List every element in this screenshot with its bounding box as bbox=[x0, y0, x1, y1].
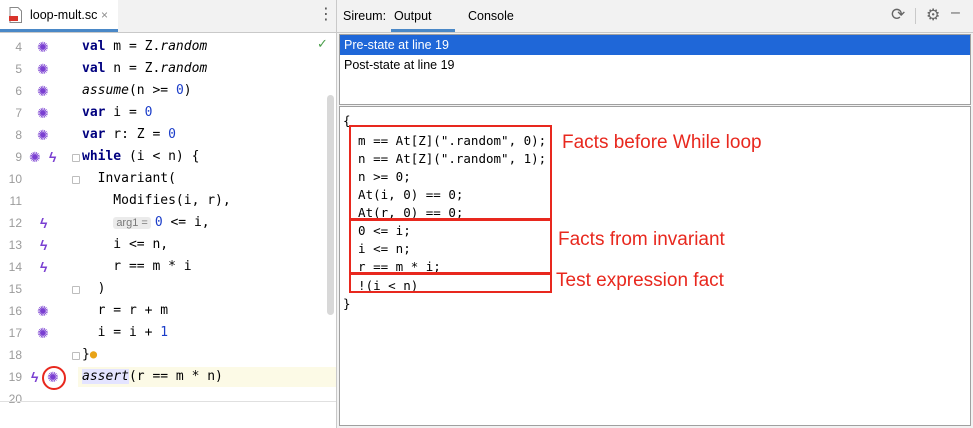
file-icon bbox=[9, 7, 22, 23]
annotation-box-invariant bbox=[349, 219, 552, 274]
line-number: 10 bbox=[8, 172, 22, 186]
code-line: r = r + m bbox=[82, 303, 169, 318]
line-number: 20 bbox=[8, 392, 22, 406]
line-number: 6 bbox=[15, 84, 22, 98]
sireum-bulb-icon[interactable]: ✺ bbox=[37, 128, 49, 142]
code-line: r == m * i bbox=[82, 259, 192, 274]
sireum-tool-window: Sireum: Output Console ⟳ ⚙ – Pre-state a… bbox=[337, 0, 973, 428]
code-line: i <= n, bbox=[82, 237, 169, 252]
file-tab[interactable]: loop-mult.sc × bbox=[0, 0, 118, 32]
annotation-box-test-expression bbox=[349, 273, 552, 293]
list-item-pre-state[interactable]: Pre-state at line 19 bbox=[340, 35, 970, 55]
refresh-icon[interactable]: ⟳ bbox=[891, 5, 905, 25]
code-line: while (i < n) { bbox=[82, 149, 200, 164]
code-line: assume(n >= 0) bbox=[82, 83, 192, 98]
code-line: arg1 = 0 <= i, bbox=[82, 215, 210, 230]
editor-tab-bar: loop-mult.sc × ⋮ bbox=[0, 0, 336, 33]
lightning-icon[interactable]: ϟ bbox=[49, 150, 56, 164]
highlight-circle bbox=[42, 366, 66, 390]
minimize-icon[interactable]: – bbox=[951, 4, 960, 22]
sireum-bulb-icon[interactable]: ✺ bbox=[37, 62, 49, 76]
fold-marker[interactable] bbox=[72, 154, 80, 162]
file-tab-label: loop-mult.sc bbox=[30, 8, 98, 22]
code-area[interactable]: val m = Z.random val n = Z.random assume… bbox=[82, 33, 327, 428]
tool-window-title: Sireum: bbox=[343, 9, 387, 23]
code-line: val n = Z.random bbox=[82, 61, 208, 76]
close-icon[interactable]: × bbox=[101, 8, 108, 22]
lightning-icon[interactable]: ϟ bbox=[31, 370, 38, 384]
lightning-icon[interactable]: ϟ bbox=[40, 260, 47, 274]
check-icon: ✓ bbox=[317, 36, 328, 51]
line-number: 18 bbox=[8, 348, 22, 362]
annotation-test-expression-fact: Test expression fact bbox=[556, 270, 724, 291]
active-tab-indicator bbox=[391, 29, 455, 32]
code-line: ) bbox=[82, 281, 106, 296]
annotation-facts-before-loop: Facts before While loop bbox=[562, 132, 762, 153]
code-line: }● bbox=[82, 347, 98, 362]
line-number: 15 bbox=[8, 282, 22, 296]
code-line: i = i + 1 bbox=[82, 325, 169, 340]
fold-marker[interactable] bbox=[72, 176, 80, 184]
lightning-icon[interactable]: ϟ bbox=[40, 216, 47, 230]
sireum-bulb-icon[interactable]: ✺ bbox=[37, 106, 49, 120]
state-list: Pre-state at line 19 Post-state at line … bbox=[339, 34, 971, 105]
annotation-facts-from-invariant: Facts from invariant bbox=[558, 229, 725, 250]
editor-gutter: 4 5 6 7 8 9 10 11 12 13 14 15 16 17 18 1… bbox=[0, 33, 80, 428]
line-number: 5 bbox=[15, 62, 22, 76]
line-number: 12 bbox=[8, 216, 22, 230]
line-number: 16 bbox=[8, 304, 22, 318]
line-number: 19 bbox=[8, 370, 22, 384]
tool-window-header: Sireum: Output Console ⟳ ⚙ – bbox=[337, 0, 973, 33]
intention-bulb-icon[interactable]: ● bbox=[90, 347, 97, 361]
line-number: 7 bbox=[15, 106, 22, 120]
line-number: 14 bbox=[8, 260, 22, 274]
editor-pane: loop-mult.sc × ⋮ 4 5 6 7 8 9 10 11 12 13… bbox=[0, 0, 337, 428]
sireum-bulb-icon[interactable]: ✺ bbox=[29, 150, 41, 164]
gear-icon[interactable]: ⚙ bbox=[926, 5, 940, 25]
line-number: 17 bbox=[8, 326, 22, 340]
more-options-icon[interactable]: ⋮ bbox=[318, 6, 334, 24]
line-number: 11 bbox=[9, 194, 22, 208]
code-line: var r: Z = 0 bbox=[82, 127, 176, 142]
code-line: var i = 0 bbox=[82, 105, 153, 120]
code-line: Invariant( bbox=[82, 171, 176, 186]
sireum-bulb-icon[interactable]: ✺ bbox=[37, 304, 49, 318]
fold-marker[interactable] bbox=[72, 286, 80, 294]
state-detail-panel: { m == At[Z](".random", 0); n == At[Z]("… bbox=[339, 106, 971, 426]
code-line: val m = Z.random bbox=[82, 39, 208, 54]
tab-console[interactable]: Console bbox=[468, 9, 514, 23]
detail-line: } bbox=[343, 296, 351, 311]
line-number: 8 bbox=[15, 128, 22, 142]
sireum-bulb-icon[interactable]: ✺ bbox=[37, 40, 49, 54]
editor-scrollbar[interactable] bbox=[327, 95, 334, 315]
line-number: 13 bbox=[8, 238, 22, 252]
parameter-hint: arg1 = bbox=[113, 217, 151, 229]
sireum-bulb-icon[interactable]: ✺ bbox=[37, 326, 49, 340]
code-line: assert(r == m * n) bbox=[82, 369, 223, 384]
sireum-bulb-icon[interactable]: ✺ bbox=[37, 84, 49, 98]
line-number: 4 bbox=[15, 40, 22, 54]
lightning-icon[interactable]: ϟ bbox=[40, 238, 47, 252]
toolbar-separator bbox=[915, 8, 916, 24]
annotation-box-before-loop bbox=[349, 125, 552, 220]
tab-output[interactable]: Output bbox=[394, 9, 432, 23]
list-item-post-state[interactable]: Post-state at line 19 bbox=[340, 55, 970, 75]
line-number: 9 bbox=[15, 150, 22, 164]
code-line: Modifies(i, r), bbox=[82, 193, 231, 208]
editor-divider bbox=[0, 401, 336, 402]
fold-marker[interactable] bbox=[72, 352, 80, 360]
